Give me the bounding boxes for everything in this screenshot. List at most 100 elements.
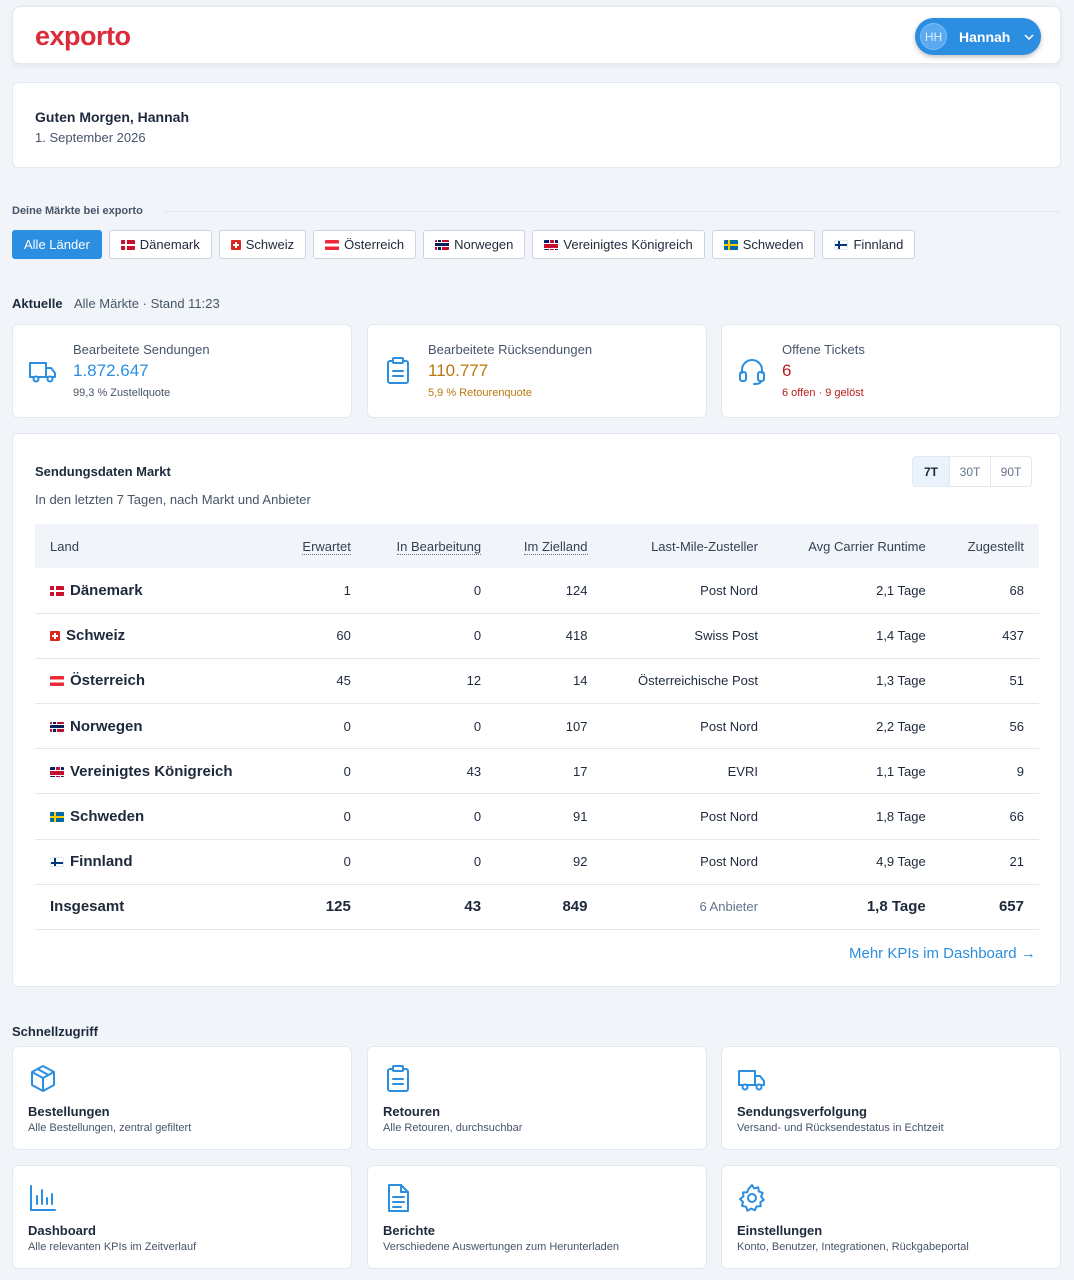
quick-sub: Verschiedene Auswertungen zum Herunterla… [383, 1241, 620, 1253]
cell-bearbeitung: 0 [473, 809, 482, 825]
table-title: Sendungsdaten Markt [35, 464, 171, 479]
market-chip-at[interactable]: Österreich [313, 230, 417, 259]
cell-zugestellt: 9 [1016, 763, 1024, 779]
table-row: Dänemark 1 0 124 Post Nord 2,1 Tage 68 [35, 568, 1039, 614]
current-subtitle: Alle Märkte · Stand 11:23 [74, 296, 220, 311]
flag-ch-icon [50, 631, 60, 642]
market-chip-gb[interactable]: Vereinigtes Königreich [532, 230, 705, 259]
flag-se-icon [723, 239, 738, 250]
cell-zielland: 418 [565, 628, 588, 644]
flag-gb-icon [50, 766, 64, 777]
table-row: Finnland 0 0 92 Post Nord 4,9 Tage 21 [35, 839, 1039, 885]
market-chip-no[interactable]: Norwegen [423, 230, 526, 259]
cell-erwartet: 0 [343, 854, 351, 870]
flag-no-icon [435, 239, 450, 250]
markets-label: Deine Märkte bei exporto [12, 205, 143, 217]
truck-icon [738, 1070, 765, 1091]
range-30t-button[interactable]: 30T [949, 457, 990, 486]
table-header-row: Land Erwartet In Bearbeitung Im Zielland… [35, 524, 1039, 568]
range-7t-button[interactable]: 7T [913, 457, 949, 486]
top-header: exporto HH Hannah [12, 6, 1061, 64]
cell-zugestellt: 56 [1009, 718, 1024, 734]
quick-dashboard[interactable]: Dashboard Alle relevanten KPIs im Zeitve… [12, 1165, 352, 1269]
range-90t-button[interactable]: 90T [990, 457, 1031, 486]
kpi-label: Bearbeitete Sendungen [73, 342, 210, 357]
market-chip-label: Alle Länder [24, 237, 90, 252]
col-erwartet[interactable]: Erwartet [277, 524, 366, 568]
shipment-table: Land Erwartet In Bearbeitung Im Zielland… [35, 524, 1039, 930]
cell-zusteller: Post Nord [700, 854, 758, 870]
flag-dk-icon [120, 239, 135, 250]
total-zugestellt: 657 [998, 898, 1024, 916]
cell-erwartet: 0 [343, 763, 351, 779]
cell-erwartet: 45 [336, 673, 351, 689]
flag-dk-icon [50, 585, 64, 596]
market-chip-label: Schweden [742, 237, 804, 252]
bar-chart-icon [30, 1185, 56, 1211]
col-runtime: Avg Carrier Runtime [808, 538, 926, 554]
cell-runtime: 2,1 Tage [876, 582, 926, 598]
market-chip-ch[interactable]: Schweiz [218, 230, 307, 259]
quick-access-title: Schnellzugriff [12, 1024, 98, 1039]
market-chip-fi[interactable]: Finnland [822, 230, 916, 259]
cell-erwartet: 0 [343, 718, 351, 734]
kpi-returns: Bearbeitete Rücksendungen 110.777 5,9 % … [367, 324, 707, 418]
kpi-shipments: Bearbeitete Sendungen 1.872.647 99,3 % Z… [12, 324, 352, 418]
document-icon [388, 1184, 409, 1212]
avatar: HH [920, 23, 947, 50]
col-zusteller: Last-Mile-Zusteller [651, 538, 758, 554]
chevron-down-icon [1024, 31, 1034, 43]
quick-label: Berichte [383, 1223, 436, 1238]
quick-sub: Alle Retouren, durchsuchbar [383, 1122, 523, 1134]
market-chip-all[interactable]: Alle Länder [12, 230, 102, 259]
cell-bearbeitung: 0 [473, 582, 482, 598]
table-row: Vereinigtes Königreich 0 43 17 EVRI 1,1 Tage 9 [35, 749, 1039, 794]
quick-sendungsverfolgung[interactable]: Sendungsverfolgung Versand- und Rücksend… [721, 1046, 1061, 1150]
cell-runtime: 2,2 Tage [876, 718, 926, 734]
col-in-bearbeitung[interactable]: In Bearbeitung [366, 524, 496, 568]
cell-runtime: 1,1 Tage [876, 763, 926, 779]
cell-runtime: 1,3 Tage [876, 673, 926, 689]
kpi-label: Offene Tickets [782, 342, 865, 357]
market-chip-label: Finnland [853, 237, 904, 252]
cell-land: Österreich [35, 658, 277, 703]
cell-land: Norwegen [35, 704, 277, 749]
gear-icon [739, 1184, 765, 1212]
markets-divider [164, 211, 1061, 212]
cell-erwartet: 0 [343, 809, 351, 825]
truck-icon [29, 362, 56, 383]
market-chip-label: Dänemark [139, 237, 200, 252]
exporto-logo[interactable]: exporto [35, 21, 131, 52]
cell-zugestellt: 51 [1009, 673, 1024, 689]
market-chip-label: Schweiz [245, 237, 295, 252]
cell-land: Dänemark [35, 568, 277, 613]
flag-ch-icon [230, 239, 241, 250]
cell-zugestellt: 437 [1002, 628, 1024, 644]
quick-bestellungen[interactable]: Bestellungen Alle Bestellungen, zentral … [12, 1046, 352, 1150]
cell-erwartet: 1 [343, 582, 351, 598]
greeting-date: 1. September 2026 [35, 130, 146, 145]
quick-berichte[interactable]: Berichte Verschiedene Auswertungen zum H… [367, 1165, 707, 1269]
kpi-value: 1.872.647 [73, 361, 149, 380]
market-chip-se[interactable]: Schweden [711, 230, 816, 259]
quick-label: Einstellungen [737, 1223, 823, 1238]
flag-gb-icon [544, 239, 559, 250]
table-row: Österreich 45 12 14 Österreichische Post 1,3 … [35, 658, 1039, 704]
total-bearbeitung: 43 [464, 898, 482, 916]
quick-sub: Alle relevanten KPIs im Zeitverlauf [28, 1241, 197, 1253]
user-name: Hannah [959, 28, 1011, 45]
market-chip-dk[interactable]: Dänemark [108, 230, 212, 259]
kpi-value: 110.777 [428, 361, 489, 380]
cell-runtime: 1,8 Tage [876, 809, 926, 825]
user-menu-button[interactable]: HH Hannah [915, 18, 1041, 55]
cell-land: Finnland [35, 839, 277, 884]
cell-bearbeitung: 0 [473, 854, 482, 870]
greeting-title: Guten Morgen, Hannah [35, 109, 189, 125]
quick-einstellungen[interactable]: Einstellungen Konto, Benutzer, Integrati… [721, 1165, 1061, 1269]
flag-no-icon [50, 721, 64, 732]
flag-fi-icon [50, 857, 64, 868]
col-im-zielland[interactable]: Im Zielland [496, 524, 602, 568]
cell-land: Schweiz [35, 613, 277, 658]
more-kpis-link[interactable]: Mehr KPIs im Dashboard → [849, 945, 1036, 962]
quick-retouren[interactable]: Retouren Alle Retouren, durchsuchbar [367, 1046, 707, 1150]
